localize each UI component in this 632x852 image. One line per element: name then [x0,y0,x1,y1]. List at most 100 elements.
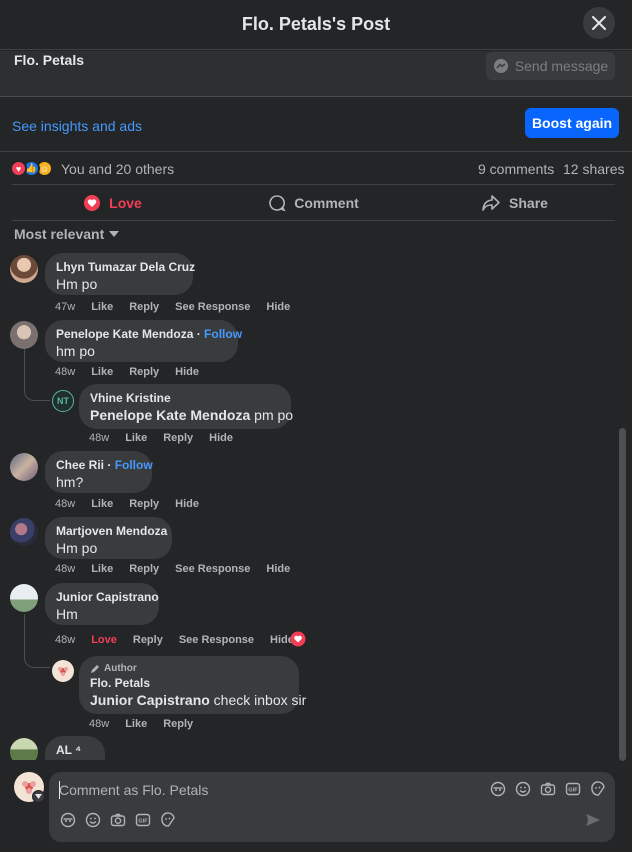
reply-link[interactable]: Reply [163,718,193,730]
profile-switch-caret[interactable] [32,790,45,803]
send-icon [586,814,600,826]
like-link[interactable]: Like [91,366,113,378]
svg-text:GIF: GIF [568,788,578,794]
avatar-sticker-button[interactable] [59,811,77,829]
share-icon [482,194,500,211]
comment-bubble: Junior Capistrano Hm [45,583,159,625]
commenter-name-text[interactable]: Chee Rii [56,458,104,472]
reactions-summary: ♥ 👍 ☺ You and 20 others 9 comments 12 sh… [0,152,632,184]
avatar[interactable] [10,255,38,283]
avatar[interactable] [10,518,38,546]
reply-link[interactable]: Reply [163,432,193,444]
love-reaction-icon [290,631,306,647]
commenter-name[interactable]: Flo. Petals [90,676,288,690]
reply-link[interactable]: Reply [129,366,159,378]
avatar[interactable] [10,584,38,612]
comment-button[interactable]: Comment [213,185,414,220]
reply-link[interactable]: Reply [129,498,159,510]
avatar[interactable]: NT [52,390,74,412]
page-strip: Flo. Petals Send message [0,51,632,97]
hide-link[interactable]: Hide [266,563,290,575]
shares-count[interactable]: 12 shares [563,161,624,177]
follow-link[interactable]: Follow [115,458,153,472]
reply-link[interactable]: Reply [133,634,163,646]
gif-icon: GIF [135,813,151,827]
commenter-name[interactable]: Vhine Kristine [90,391,280,405]
share-button[interactable]: Share [414,185,615,220]
dialog-title: Flo. Petals's Post [241,14,391,34]
reactions-text[interactable]: You and 20 others [61,161,174,177]
commenter-name[interactable]: Junior Capistrano [56,590,159,604]
camera-icon [540,782,556,796]
comment-time[interactable]: 48w [89,432,109,444]
send-message-button[interactable]: Send message [486,52,615,80]
camera-button[interactable] [109,811,127,829]
see-insights-link[interactable]: See insights and ads [12,118,142,134]
hide-link[interactable]: Hide [175,366,199,378]
sticker-button[interactable] [589,780,607,798]
like-link[interactable]: Like [91,563,113,575]
reply-link[interactable]: Reply [129,563,159,575]
comment-text: Hm po [56,276,98,292]
svg-text:GIF: GIF [138,819,148,825]
pencil-icon [91,664,99,673]
comment-time[interactable]: 47w [55,301,75,313]
like-link[interactable]: Like [91,301,113,313]
commenter-name-text[interactable]: Penelope Kate Mendoza [56,327,193,341]
emoji-button[interactable] [84,811,102,829]
comment-time[interactable]: 48w [55,634,75,646]
love-button[interactable]: Love [12,185,213,220]
comment-input[interactable] [59,780,459,800]
reply-bubble: Vhine Kristine Penelope Kate Mendoza pm … [79,384,293,429]
commenter-name[interactable]: Martjoven Mendoza [56,524,167,538]
commenter-name[interactable]: Lhyn Tumazar Dela Cruz [56,260,195,274]
hide-link[interactable]: Hide [266,301,290,313]
send-button[interactable] [584,811,602,829]
commenter-name: Chee Rii · Follow [56,458,153,472]
reply-link[interactable]: Reply [129,301,159,313]
reaction-icons[interactable]: ♥ 👍 ☺ [10,160,53,177]
love-link[interactable]: Love [91,634,117,646]
scrollbar[interactable] [619,428,626,761]
camera-icon [110,813,126,827]
love-reaction-icon: ♥ [10,160,27,177]
hide-link[interactable]: Hide [209,432,233,444]
sticker-icon [161,812,175,827]
sticker-button[interactable] [159,811,177,829]
close-button[interactable] [583,7,615,39]
avatar[interactable] [10,453,38,481]
commenter-name[interactable]: AL ⁴ [56,743,94,757]
comment-time[interactable]: 48w [55,498,75,510]
gif-button[interactable]: GIF [564,780,582,798]
boost-again-button[interactable]: Boost again [525,108,619,138]
camera-button[interactable] [539,780,557,798]
love-label: Love [109,194,142,211]
emoji-button[interactable] [514,780,532,798]
see-response-link[interactable]: See Response [179,634,254,646]
sort-dropdown[interactable]: Most relevant [14,226,120,242]
avatar[interactable] [52,660,74,682]
mention-link[interactable]: Junior Capistrano [90,692,210,708]
comment-time[interactable]: 48w [55,563,75,575]
avatar-sticker-button[interactable] [489,780,507,798]
page-name[interactable]: Flo. Petals [14,52,84,68]
avatar[interactable] [10,738,38,760]
comment-time[interactable]: 48w [55,366,75,378]
avatar-sticker-icon [490,781,506,797]
like-link[interactable]: Like [91,498,113,510]
avatar[interactable] [10,321,38,349]
mention-link[interactable]: Penelope Kate Mendoza [90,407,250,423]
hide-link[interactable]: Hide [175,498,199,510]
comment-actions: 48w Like Reply [89,718,209,730]
see-response-link[interactable]: See Response [175,563,250,575]
follow-link[interactable]: Follow [204,327,242,341]
gif-button[interactable]: GIF [134,811,152,829]
comments-list[interactable]: Lhyn Tumazar Dela Cruz Hm po 47w Like Re… [0,248,632,760]
comments-count[interactable]: 9 comments [478,161,554,177]
like-link[interactable]: Like [125,718,147,730]
author-label: Author [104,663,137,674]
comment-text: hm po [56,343,95,359]
comment-time[interactable]: 48w [89,718,109,730]
see-response-link[interactable]: See Response [175,301,250,313]
like-link[interactable]: Like [125,432,147,444]
